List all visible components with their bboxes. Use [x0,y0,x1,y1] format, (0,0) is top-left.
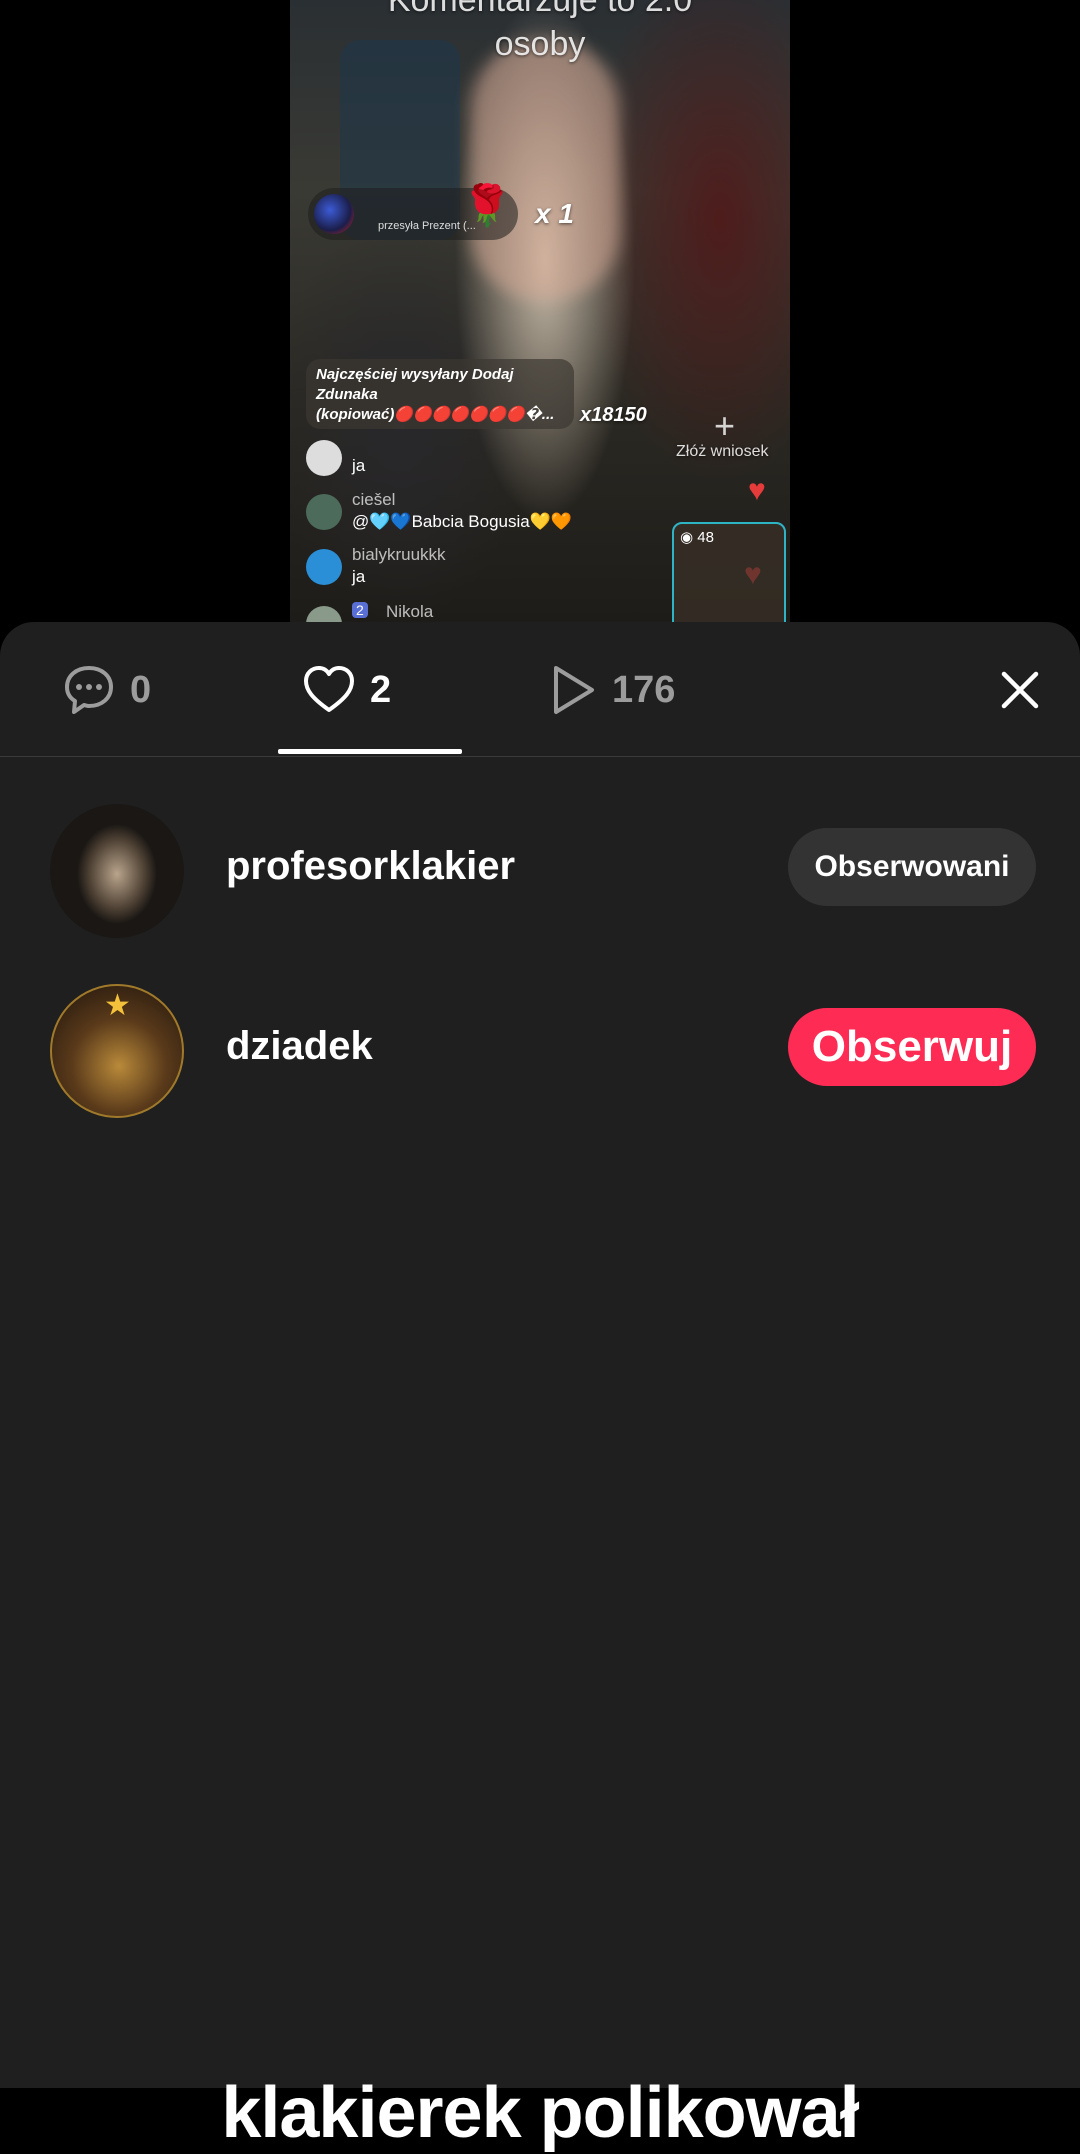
heart-icon [304,666,354,712]
active-tab-indicator [278,749,462,754]
avatar[interactable]: ★ [50,984,184,1118]
like-count: 2 [370,668,392,711]
chat-text: @🩵💙Babcia Bogusia💛🧡 [352,512,573,531]
user-row[interactable]: profesorklakier Obserwowani [0,804,1080,944]
user-row[interactable]: ★ dziadek Obserwuj [0,984,1080,1124]
video-preview[interactable]: Komentarzuje to 2.0 osoby przesyła Preze… [290,0,790,640]
chat-username: bialykruukkk [352,545,446,564]
live-caption: Komentarzuje to 2.0 osoby [387,0,693,63]
chat-avatar [306,549,342,585]
tab-likes[interactable]: 2 [302,660,391,720]
caption-overlay: klakierek polikował [221,2073,859,2153]
close-button[interactable] [990,660,1050,720]
view-count: 176 [612,668,676,711]
tab-bar: 0 2 176 [0,622,1080,757]
close-icon [1001,671,1039,709]
gift-sender-avatar [314,194,354,234]
username[interactable]: dziadek [226,1024,373,1069]
play-icon [554,666,594,714]
plus-icon[interactable]: + [714,405,735,447]
heart-icon: ♥ [748,474,766,507]
level-badge: 2 [352,602,368,618]
tab-views[interactable]: 176 [548,660,675,720]
top-gift-count: x18150 [580,404,647,426]
chat-username: Nikola [386,602,434,621]
viewer-count: ◉ 48 [680,529,714,546]
video-background [470,40,620,300]
star-icon: ★ [104,989,131,1022]
comment-count: 0 [130,668,152,711]
follow-button[interactable]: Obserwuj [788,1008,1036,1086]
chat-avatar [306,440,342,476]
avatar[interactable] [50,804,184,938]
following-button[interactable]: Obserwowani [788,828,1036,906]
chat-text: ja [352,567,366,586]
request-label[interactable]: Złóż wniosek [676,443,768,461]
comment-icon [65,666,113,714]
rose-gift-icon: 🌹 [462,184,512,228]
likes-sheet: 0 2 176 profesorklakier Obserwowani ★ dz… [0,622,1080,2153]
top-gift-banner: Najczęściej wysyłany Dodaj Zdunaka (kopi… [306,359,574,429]
chat-text: ja [352,456,366,475]
tab-comments[interactable]: 0 [62,660,151,720]
chat-username: ciešel [352,490,396,509]
gift-count: x 1 [535,198,574,229]
chat-avatar [306,494,342,530]
username[interactable]: profesorklakier [226,844,515,889]
